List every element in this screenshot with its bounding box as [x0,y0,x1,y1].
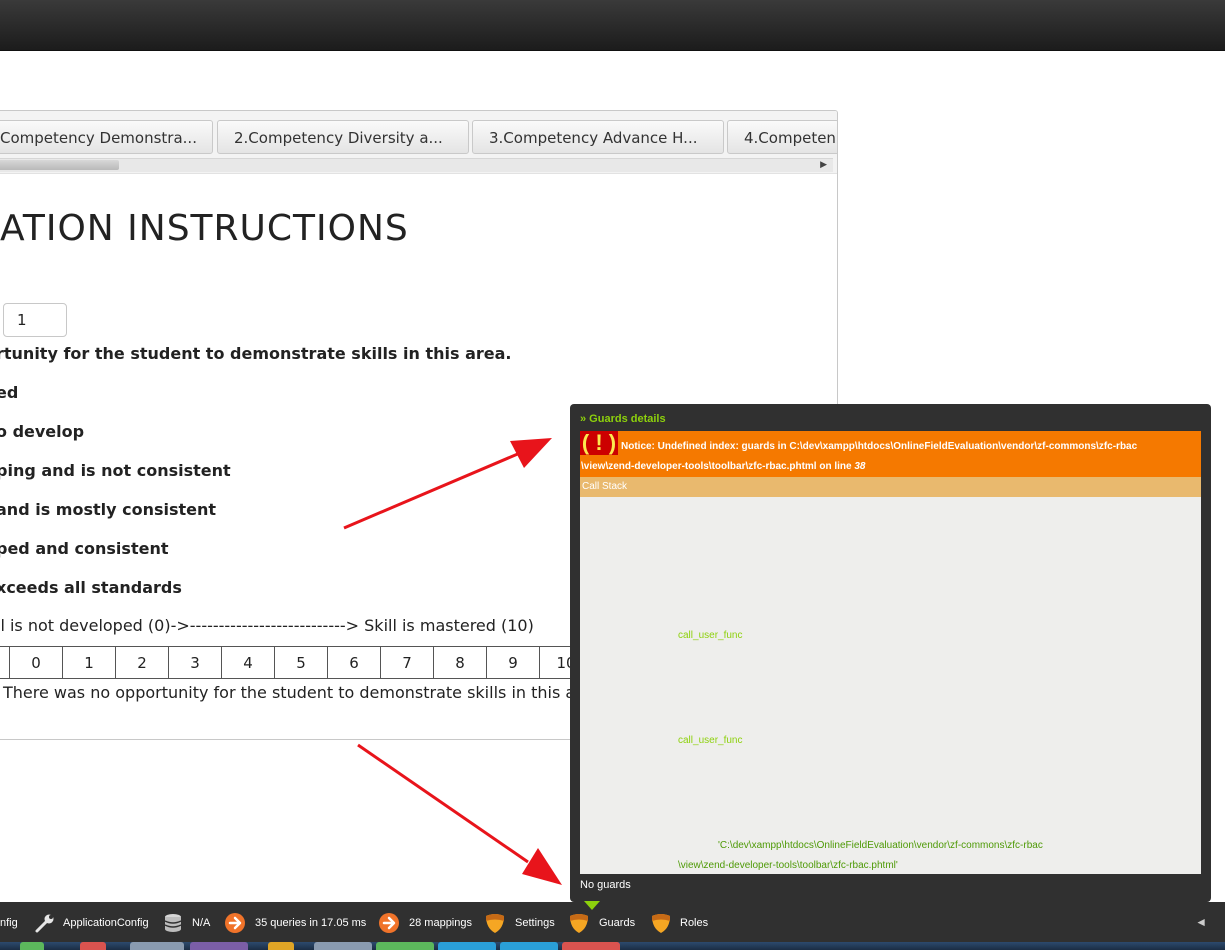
shield-icon [570,914,588,933]
taskbar-app-icon[interactable] [376,942,434,950]
shield-icon [652,914,670,933]
taskbar-app-icon[interactable] [130,942,184,950]
toolbar-collapse-icon[interactable]: ◄ [1195,902,1207,942]
call-stack-function: call_user_func [678,735,743,746]
notice-path: \view\zend-developer-tools\toolbar\zfc-r… [581,461,855,472]
toolbar-mappings[interactable]: 28 mappings [378,902,478,942]
page-title: ATION INSTRUCTIONS [0,208,409,249]
no-guards-text: No guards [580,879,631,891]
toolbar-guards[interactable]: Guards [568,902,640,942]
call-stack-file-cont: \view\zend-developer-tools\toolbar\zfc-r… [678,860,898,871]
tab-competency-2[interactable]: 2.Competency Diversity a... [217,120,469,154]
toolbar-database[interactable]: N/A [162,902,216,942]
taskbar-app-icon[interactable] [80,942,106,950]
toolbar-roles[interactable]: Roles [650,902,714,942]
toolbar-mappings-label: 28 mappings [409,917,472,929]
rubric-line-3: ping and is not consistent [0,461,231,480]
toolbar-settings-label: Settings [515,917,555,929]
notice-line-number: 38 [854,461,866,472]
scale-label: ll is not developed (0)->---------------… [0,616,534,635]
taskbar-app-icon[interactable] [20,942,44,950]
doctrine-mappings-icon [379,913,399,933]
tab-scrollbar-thumb[interactable] [0,160,119,170]
taskbar-app-icon[interactable] [268,942,294,950]
scale-cell[interactable]: 8 [433,646,487,679]
taskbar-app-icon[interactable] [190,942,248,950]
call-stack-body: call_user_func call_user_func 'C:\dev\xa… [580,497,1201,874]
scale-cell[interactable]: 2 [115,646,169,679]
toolbar-database-label: N/A [192,917,211,929]
scale-cell[interactable]: 0 [9,646,63,679]
scale-cell[interactable]: 3 [168,646,222,679]
taskbar-app-icon[interactable] [500,942,558,950]
tab-competency-3[interactable]: 3.Competency Advance H... [472,120,724,154]
notice-message: Notice: Undefined index: guards in C:\de… [621,441,1138,452]
tab-competency-4[interactable]: 4.Competen [727,120,837,154]
toolbar-guards-label: Guards [599,917,636,929]
rubric-line-6: xceeds all standards [0,578,182,597]
zend-developer-toolbar: nfig ApplicationConfig N/A 35 queries in… [0,901,1225,942]
tab-scrollbar[interactable]: ▶ [0,158,833,172]
warning-icon: ( ! ) [580,430,618,455]
scale-cell[interactable]: 1 [62,646,116,679]
rubric-line-4: and is mostly consistent [0,500,217,519]
call-stack-function: call_user_func [678,630,743,641]
rubric-line-0: rtunity for the student to demonstrate s… [0,344,512,363]
toolbar-queries-label: 35 queries in 17.05 ms [255,917,367,929]
taskbar-app-icon[interactable] [314,942,372,950]
scale-cell[interactable]: 7 [380,646,434,679]
competency-tab-strip: Competency Demonstra... 2.Competency Div… [0,111,837,174]
toolbar-settings[interactable]: Settings [484,902,564,942]
toolbar-config-label: nfig [0,917,18,929]
guards-details-popup: » Guards details ( ! ) Notice: Undefined… [570,404,1211,902]
scroll-right-icon[interactable]: ▶ [820,159,827,172]
score-input[interactable]: 1 [3,303,67,337]
notice-message-cont: \view\zend-developer-tools\toolbar\zfc-r… [581,461,866,472]
rubric-line-5: ped and consistent [0,539,169,558]
wrench-icon [35,914,54,933]
rubric-line-2: o develop [0,422,85,441]
scale-cell[interactable]: 6 [327,646,381,679]
call-stack-file: 'C:\dev\xampp\htdocs\OnlineFieldEvaluati… [718,840,1043,851]
rubric-line-1: ed [0,383,19,402]
top-navbar [0,0,1225,51]
php-notice: ( ! ) Notice: Undefined index: guards in… [580,431,1201,477]
toolbar-roles-label: Roles [680,917,709,929]
toolbar-application-config[interactable]: ApplicationConfig [34,902,154,942]
call-stack-header: Call Stack [580,477,1201,497]
toolbar-application-config-label: ApplicationConfig [63,917,149,929]
taskbar-app-icon[interactable] [438,942,496,950]
popup-title: » Guards details [580,413,666,425]
database-icon [164,914,182,932]
scale-cell[interactable]: 4 [221,646,275,679]
scale-cell[interactable]: 9 [486,646,540,679]
doctrine-icon [225,913,245,933]
toolbar-queries[interactable]: 35 queries in 17.05 ms [224,902,374,942]
taskbar-app-icon[interactable] [562,942,620,950]
scale-description: There was no opportunity for the student… [3,683,602,702]
tab-competency-1[interactable]: Competency Demonstra... [0,120,213,154]
skill-scale-table: 0 1 2 3 4 5 6 7 8 9 10 [0,646,593,679]
annotation-arrow-lower [357,743,562,885]
shield-icon [486,914,504,933]
scale-cell[interactable] [0,646,10,679]
scale-cell[interactable]: 5 [274,646,328,679]
